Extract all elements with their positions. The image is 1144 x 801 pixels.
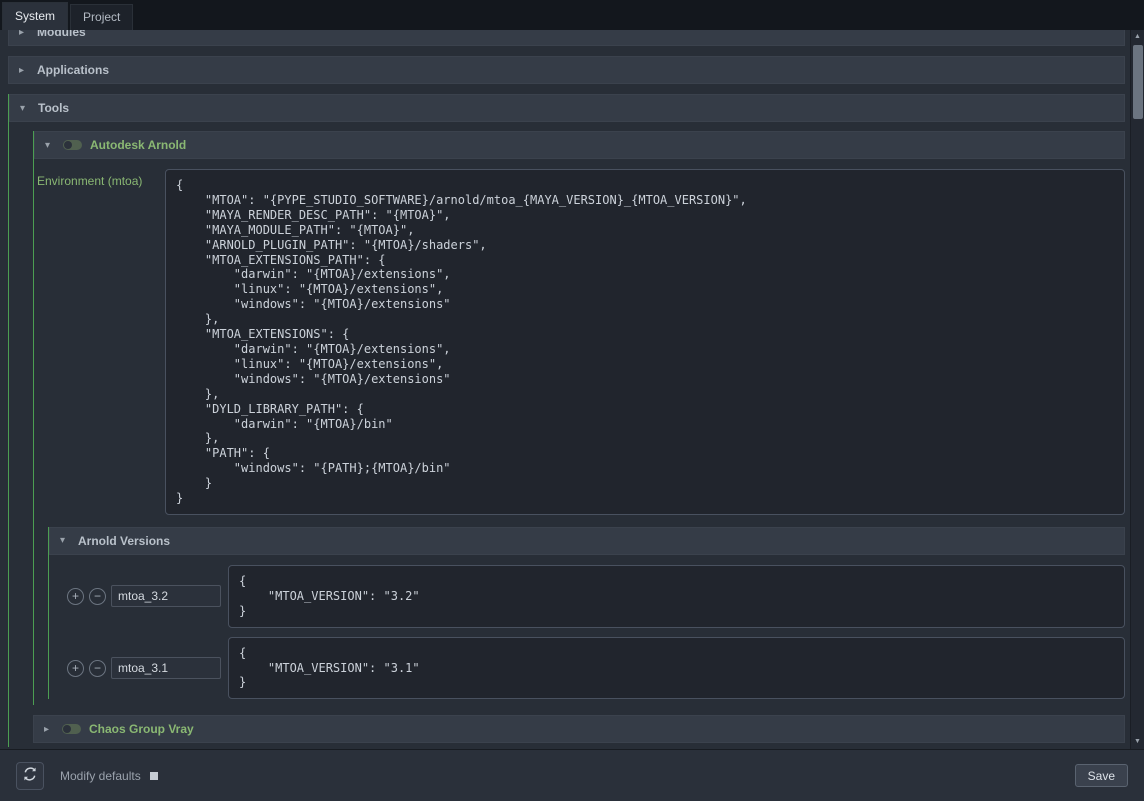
section-header-tools[interactable]: ▾ Tools [9,94,1125,122]
group-arnold-versions: ▾ Arnold Versions + − { "MTOA_VERSION": … [48,527,1125,699]
version-name-input[interactable] [111,585,221,607]
scroll-down-icon[interactable]: ▼ [1131,735,1144,749]
environment-field-row: Environment (mtoa) { "MTOA": "{PYPE_STUD… [34,169,1125,515]
footer-bar: Modify defaults Save [0,749,1144,801]
chevron-right-icon: ▸ [19,30,29,38]
tab-project[interactable]: Project [70,4,133,30]
group-autodesk-arnold: ▾ Autodesk Arnold Environment (mtoa) { "… [33,131,1125,705]
refresh-button[interactable] [16,762,44,790]
tab-system[interactable]: System [2,2,68,30]
tools-group-body: ▾ Autodesk Arnold Environment (mtoa) { "… [9,122,1125,747]
chevron-down-icon: ▾ [45,140,55,151]
group-tools: ▾ Tools ▾ Autodesk Arnold Environment (m… [8,94,1125,747]
chevron-right-icon: ▸ [19,65,29,76]
chevron-right-icon: ▸ [44,724,54,735]
add-version-button[interactable]: + [67,660,84,677]
scroll-up-icon[interactable]: ▲ [1131,30,1144,44]
tab-project-label: Project [83,10,120,24]
section-label-autodesk-arnold: Autodesk Arnold [90,138,186,152]
version-json-editor[interactable]: { "MTOA_VERSION": "3.2" } [228,565,1125,628]
section-label-chaos-group-vray: Chaos Group Vray [89,722,194,736]
modify-defaults-checkbox[interactable] [150,772,158,780]
environment-label: Environment (mtoa) [37,169,161,188]
chevron-down-icon: ▾ [20,103,30,114]
remove-version-button[interactable]: − [89,588,106,605]
modify-defaults-label: Modify defaults [60,769,141,783]
settings-window: System Project ▸ Modules ▸ Applications … [0,0,1144,30]
version-json-editor[interactable]: { "MTOA_VERSION": "3.1" } [228,637,1125,700]
section-header-autodesk-arnold[interactable]: ▾ Autodesk Arnold [34,131,1125,159]
remove-version-button[interactable]: − [89,660,106,677]
arnold-enabled-toggle[interactable] [63,140,82,150]
section-label-arnold-versions: Arnold Versions [78,534,170,548]
section-label-tools: Tools [38,101,69,115]
section-label-modules: Modules [37,30,86,39]
vertical-scrollbar[interactable]: ▲ ▼ [1130,30,1144,749]
version-name-input[interactable] [111,657,221,679]
environment-json-editor[interactable]: { "MTOA": "{PYPE_STUDIO_SOFTWARE}/arnold… [165,169,1125,515]
section-header-chaos-group-vray[interactable]: ▸ Chaos Group Vray [33,715,1125,743]
scrollbar-thumb[interactable] [1133,45,1143,119]
add-version-button[interactable]: + [67,588,84,605]
arnold-group-body: Environment (mtoa) { "MTOA": "{PYPE_STUD… [34,159,1125,705]
chevron-down-icon: ▾ [60,535,70,546]
version-row-mtoa-3-1: + − { "MTOA_VERSION": "3.1" } [49,637,1125,700]
section-header-modules[interactable]: ▸ Modules [8,30,1125,46]
save-button[interactable]: Save [1075,764,1128,787]
version-row-mtoa-3-2: + − { "MTOA_VERSION": "3.2" } [49,565,1125,628]
tab-bar: System Project [0,0,1144,30]
refresh-icon [22,766,38,785]
section-header-applications[interactable]: ▸ Applications [8,56,1125,84]
vray-enabled-toggle[interactable] [62,724,81,734]
section-header-arnold-versions[interactable]: ▾ Arnold Versions [49,527,1125,555]
settings-scroll-area: ▸ Modules ▸ Applications ▾ Tools ▾ Autod… [0,30,1130,749]
section-label-applications: Applications [37,63,109,77]
tab-system-label: System [15,9,55,23]
